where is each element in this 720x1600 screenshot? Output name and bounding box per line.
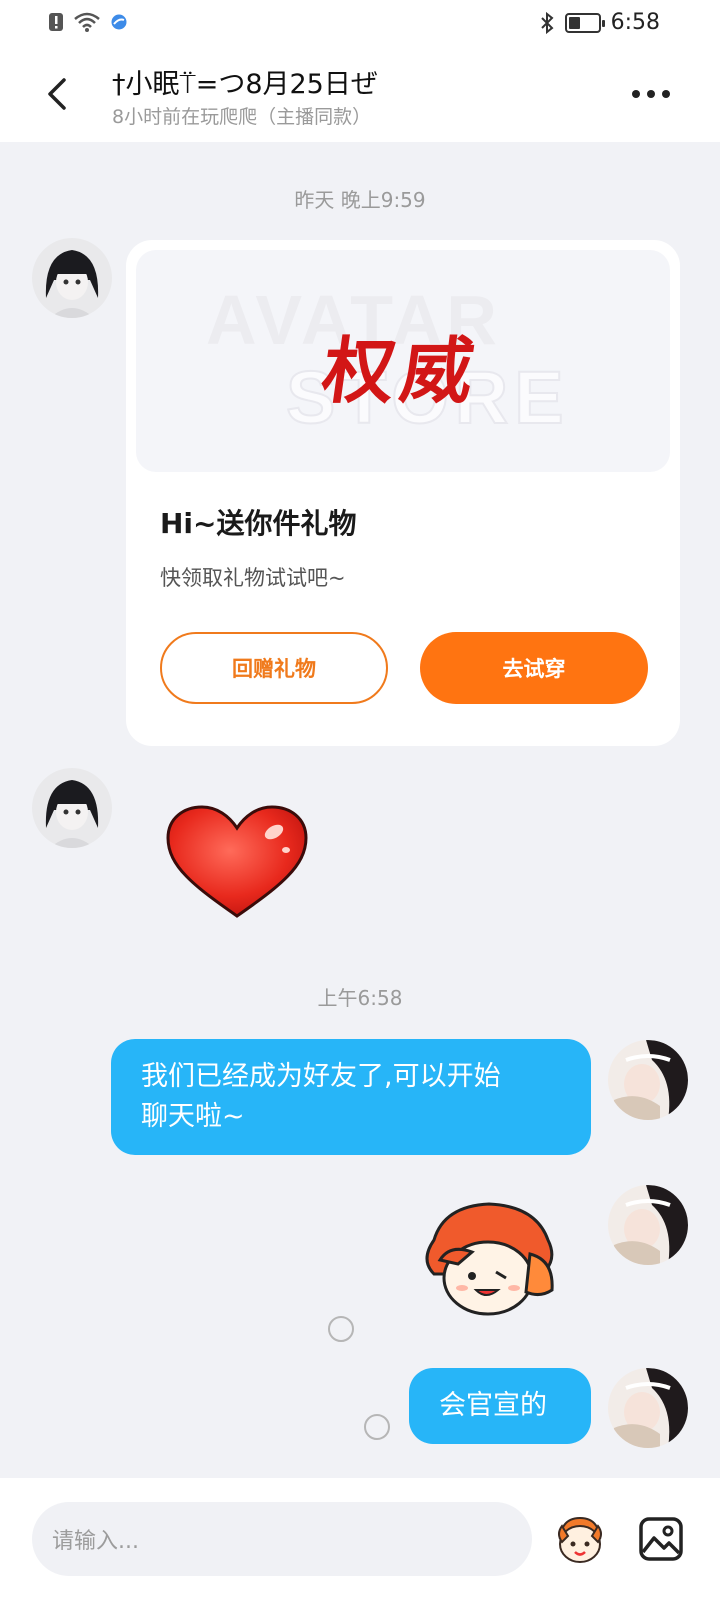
image-icon[interactable]	[638, 1516, 684, 1562]
my-avatar[interactable]	[608, 1368, 688, 1448]
wifi-icon	[74, 12, 100, 32]
gift-banner: AVATAR STORE 权威	[136, 250, 670, 472]
status-time: 6:58	[610, 10, 660, 35]
message-input[interactable]: 请输入...	[32, 1502, 532, 1576]
gift-title: Hi~送你件礼物	[160, 507, 357, 540]
timestamp: 上午6:58	[317, 986, 403, 1010]
my-avatar[interactable]	[608, 1185, 688, 1265]
my-avatar[interactable]	[608, 1040, 688, 1120]
bubble-text-line: 我们已经成为好友了,可以开始	[141, 1061, 501, 1092]
contact-status: 8小时前在玩爬爬（主播同款）	[112, 106, 372, 128]
chat-bubble-sent[interactable]: 会官宣的	[409, 1368, 591, 1444]
status-right: 6:58	[539, 10, 660, 35]
sending-indicator	[328, 1316, 354, 1342]
sending-indicator	[364, 1414, 390, 1440]
timestamp: 昨天 晚上9:59	[294, 188, 426, 212]
banner-title: 权威	[317, 328, 486, 413]
chat-bubble-sent[interactable]: 我们已经成为好友了,可以开始 聊天啦~	[111, 1039, 591, 1155]
gift-description: 快领取礼物试试吧~	[160, 566, 346, 590]
friend-avatar[interactable]	[32, 768, 112, 848]
app-notification-icon	[111, 14, 127, 30]
try-on-button[interactable]: 去试穿	[420, 632, 648, 704]
status-left	[48, 12, 128, 32]
more-dots-icon[interactable]	[632, 90, 670, 98]
character-sticker	[425, 1202, 554, 1316]
battery-icon	[564, 12, 605, 33]
input-bar: 请输入...	[0, 1478, 720, 1600]
emoji-icon[interactable]	[552, 1512, 608, 1568]
back-arrow-icon[interactable]	[40, 74, 76, 114]
chat-header: †小眠⍡=つ8月25日ぜ 8小时前在玩爬爬（主播同款）	[0, 50, 720, 142]
status-bar: 6:58	[0, 0, 720, 50]
return-gift-button[interactable]: 回赠礼物	[160, 632, 388, 704]
heart-sticker	[166, 805, 308, 918]
gift-card[interactable]: AVATAR STORE 权威 Hi~送你件礼物 快领取礼物试试吧~ 回赠礼物 …	[126, 240, 680, 746]
bubble-text-line: 聊天啦~	[141, 1101, 245, 1132]
contact-name: †小眠⍡=つ8月25日ぜ	[112, 69, 378, 100]
bluetooth-icon	[540, 11, 554, 34]
friend-avatar[interactable]	[32, 238, 112, 318]
alert-icon	[49, 13, 63, 31]
